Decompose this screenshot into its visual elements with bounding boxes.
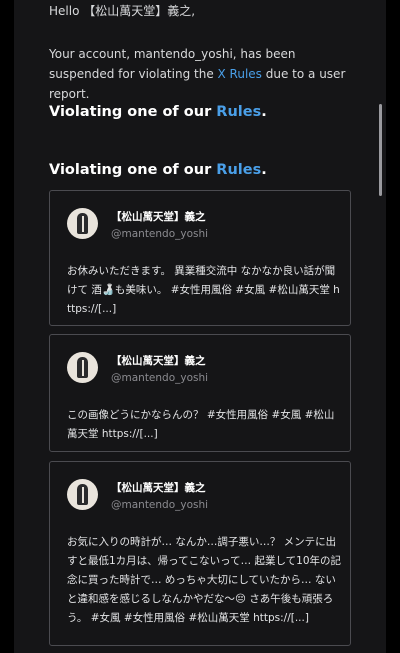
post-card[interactable]: 【松山萬天堂】義之 @mantendo_yoshi お気に入りの時計が… なんか…	[49, 461, 351, 646]
avatar	[67, 208, 98, 239]
scrollbar[interactable]	[379, 104, 382, 196]
post-author-handle: @mantendo_yoshi	[111, 372, 209, 384]
rules-link[interactable]: Rules	[216, 104, 261, 120]
post-text: お気に入りの時計が… なんか…調子悪い…？ メンテに出すと最低1カ月は、帰ってこ…	[67, 536, 342, 624]
heading-prefix: Violating one of our	[49, 104, 217, 120]
post-card[interactable]: 【松山萬天堂】義之 @mantendo_yoshi この画像どうにかならんの？ …	[49, 334, 351, 452]
x-rules-link[interactable]: X Rules	[218, 67, 262, 81]
heading-suffix: .	[261, 162, 267, 178]
greeting-text: Hello 【松山萬天堂】義之,	[49, 4, 196, 18]
heading-prefix: Violating one of our	[49, 162, 217, 178]
violation-heading: Violating one of our Rules.	[49, 162, 267, 178]
post-author-name: 【松山萬天堂】義之	[111, 482, 206, 494]
post-author-handle: @mantendo_yoshi	[111, 228, 209, 240]
post-author-handle: @mantendo_yoshi	[111, 499, 209, 511]
heading-suffix: .	[261, 104, 267, 120]
avatar	[67, 479, 98, 510]
suspension-notice: Your account, mantendo_yoshi, has been s…	[49, 44, 359, 104]
rules-link[interactable]: Rules	[216, 162, 261, 178]
post-author-name: 【松山萬天堂】義之	[111, 211, 206, 223]
post-text: この画像どうにかならんの？ #女性用風俗 #女風 #松山萬天堂 https://…	[67, 409, 335, 440]
post-card[interactable]: 【松山萬天堂】義之 @mantendo_yoshi お休みいただきます。 異業種…	[49, 190, 351, 326]
email-view: Hello 【松山萬天堂】義之, Your account, mantendo_…	[14, 0, 386, 653]
post-text: お休みいただきます。 異業種交流中 なかなか良い話が聞けて 酒🍶も美味い。 #女…	[67, 265, 340, 315]
violation-heading: Violating one of our Rules.	[49, 104, 267, 120]
avatar	[67, 352, 98, 383]
post-author-name: 【松山萬天堂】義之	[111, 355, 206, 367]
